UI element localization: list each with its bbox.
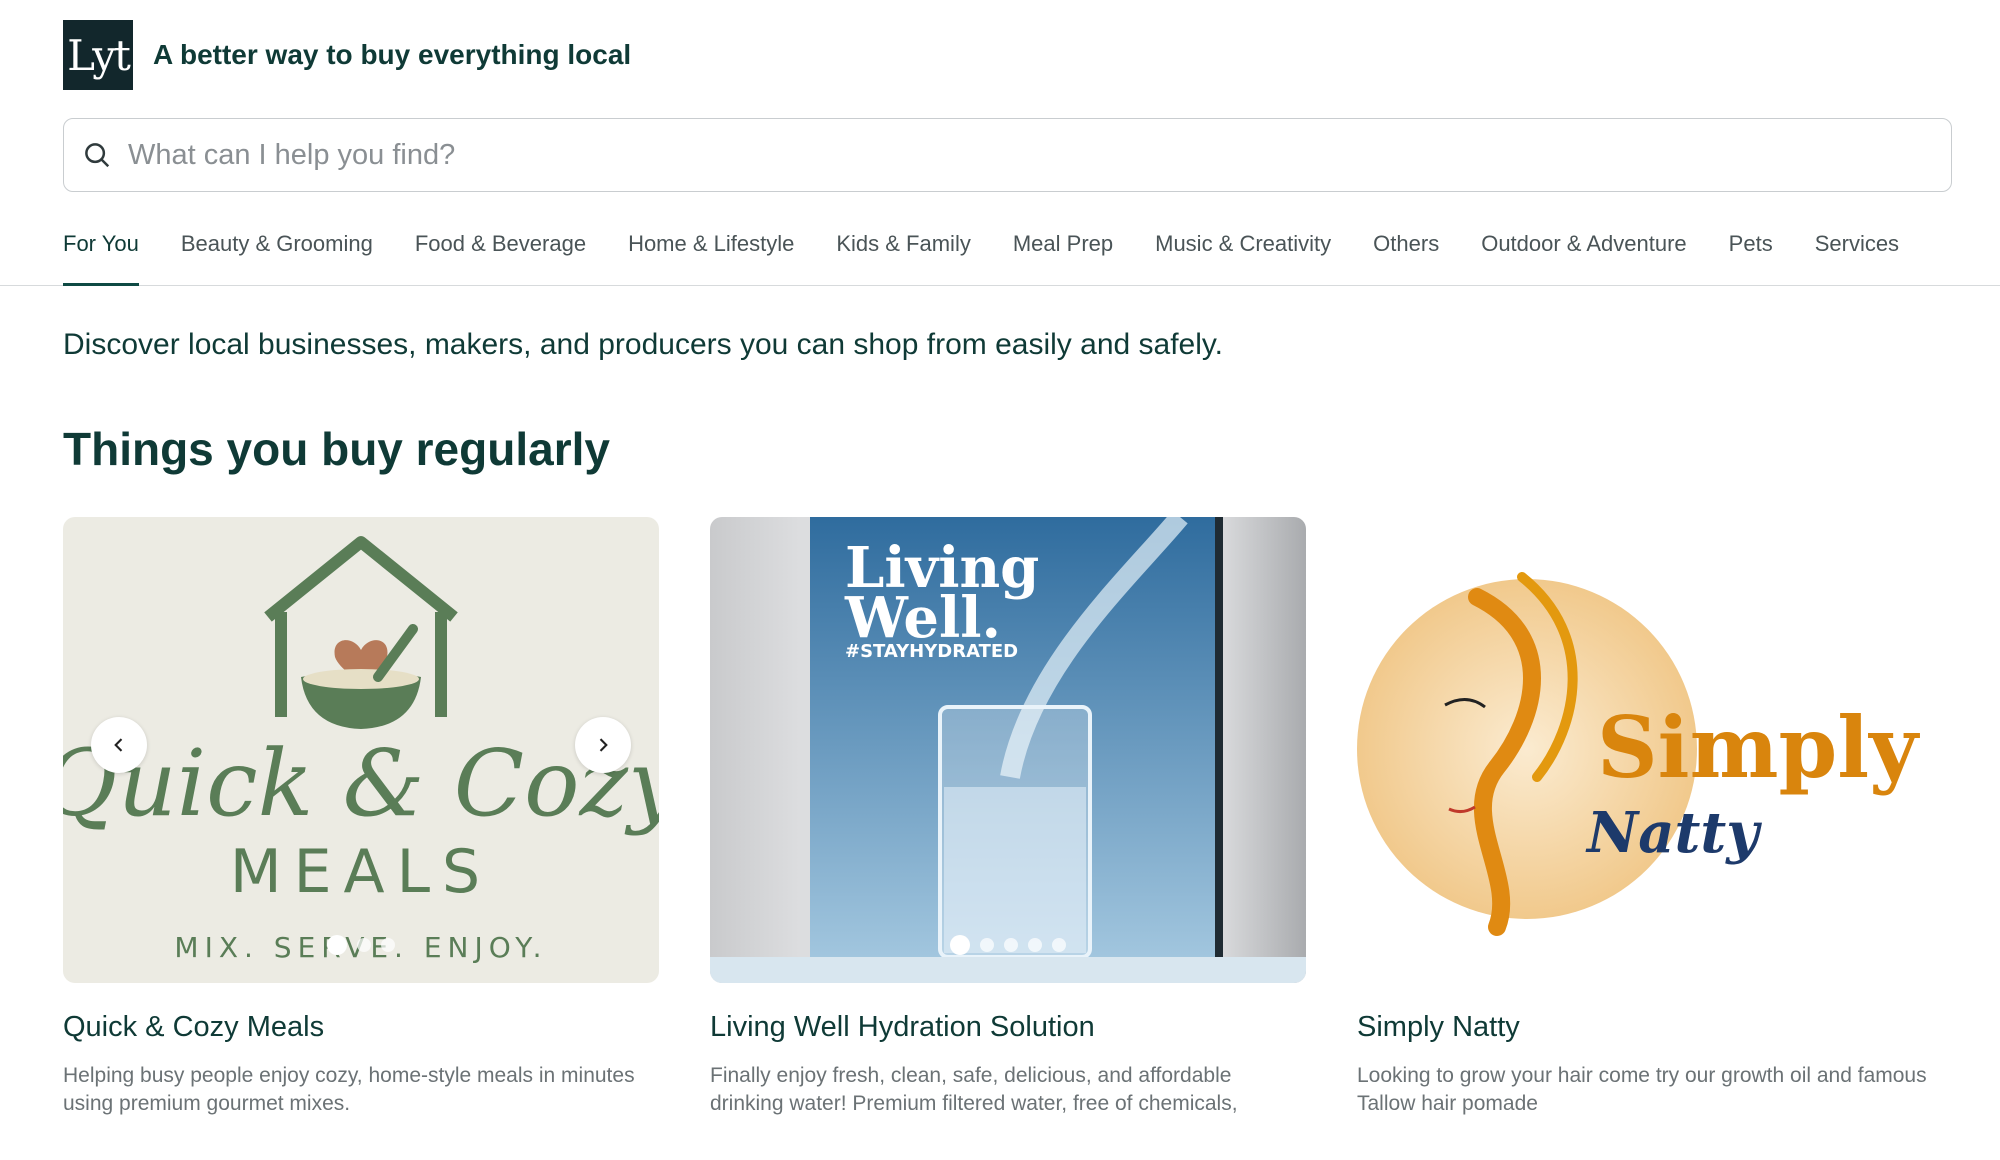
carousel-dot[interactable]	[1052, 938, 1066, 952]
quick-cozy-logo-image: Quick & Cozy MEALS MIX. SERVE. ENJOY.	[63, 536, 659, 964]
svg-text:MEALS: MEALS	[230, 837, 492, 907]
business-card[interactable]: Living Well. #STAYHYDRATED Living Well H…	[710, 517, 1306, 1118]
tab-music-creativity[interactable]: Music & Creativity	[1155, 222, 1331, 286]
business-description: Finally enjoy fresh, clean, safe, delici…	[710, 1064, 1238, 1115]
business-description: Looking to grow your hair come try our g…	[1357, 1064, 1927, 1115]
business-name[interactable]: Quick & Cozy Meals	[63, 1011, 659, 1044]
carousel-dot[interactable]	[327, 935, 347, 955]
category-tabs: For You Beauty & Grooming Food & Beverag…	[0, 222, 2000, 286]
tab-beauty-grooming[interactable]: Beauty & Grooming	[181, 222, 373, 286]
business-image[interactable]: Simply Natty	[1357, 517, 1953, 983]
svg-text:#STAYHYDRATED: #STAYHYDRATED	[845, 641, 1018, 662]
carousel-prev-button[interactable]	[91, 717, 147, 773]
chevron-left-icon	[114, 738, 123, 752]
tab-for-you[interactable]: For You	[63, 222, 139, 286]
tab-meal-prep[interactable]: Meal Prep	[1013, 222, 1113, 286]
svg-text:Natty: Natty	[1585, 800, 1762, 866]
search-input[interactable]	[128, 138, 1908, 172]
site-tagline: A better way to buy everything local	[153, 39, 632, 70]
carousel-next-button[interactable]	[575, 717, 631, 773]
carousel-dots	[950, 935, 1066, 955]
section-title: Things you buy regularly	[63, 423, 610, 475]
svg-text:Quick & Cozy: Quick & Cozy	[63, 730, 659, 837]
simply-natty-logo-image: Simply Natty	[1357, 572, 1920, 936]
carousel-dots	[327, 935, 395, 955]
site-header: Lyt A better way to buy everything local	[63, 20, 631, 90]
business-image[interactable]: Living Well. #STAYHYDRATED	[710, 517, 1306, 983]
tab-kids-family[interactable]: Kids & Family	[836, 222, 970, 286]
lyt-logo[interactable]: Lyt	[63, 20, 133, 90]
tab-services[interactable]: Services	[1815, 222, 1899, 286]
chevron-right-icon	[599, 738, 608, 752]
search-icon	[85, 143, 110, 168]
carousel-dot[interactable]	[980, 938, 994, 952]
intro-text: Discover local businesses, makers, and p…	[63, 328, 1223, 361]
tab-pets[interactable]: Pets	[1729, 222, 1773, 286]
tab-outdoor-adventure[interactable]: Outdoor & Adventure	[1481, 222, 1686, 286]
business-card[interactable]: Simply Natty Simply Natty Looking to gro…	[1357, 517, 1953, 1118]
search-bar[interactable]	[63, 118, 1952, 192]
tab-others[interactable]: Others	[1373, 222, 1439, 286]
svg-text:Simply: Simply	[1597, 698, 1920, 797]
carousel-dot[interactable]	[950, 935, 970, 955]
carousel-dot[interactable]	[1004, 938, 1018, 952]
business-name[interactable]: Living Well Hydration Solution	[710, 1011, 1306, 1044]
business-name[interactable]: Simply Natty	[1357, 1011, 1953, 1044]
carousel-dot[interactable]	[381, 938, 395, 952]
business-description: Helping busy people enjoy cozy, home-sty…	[63, 1064, 635, 1115]
business-image[interactable]: Quick & Cozy MEALS MIX. SERVE. ENJOY.	[63, 517, 659, 983]
carousel-dot[interactable]	[1028, 938, 1042, 952]
tab-food-beverage[interactable]: Food & Beverage	[415, 222, 586, 286]
business-card[interactable]: Quick & Cozy MEALS MIX. SERVE. ENJOY. Qu…	[63, 517, 659, 1118]
living-well-image: Living Well. #STAYHYDRATED	[710, 517, 1306, 983]
tab-home-lifestyle[interactable]: Home & Lifestyle	[628, 222, 794, 286]
carousel-dot[interactable]	[357, 938, 371, 952]
